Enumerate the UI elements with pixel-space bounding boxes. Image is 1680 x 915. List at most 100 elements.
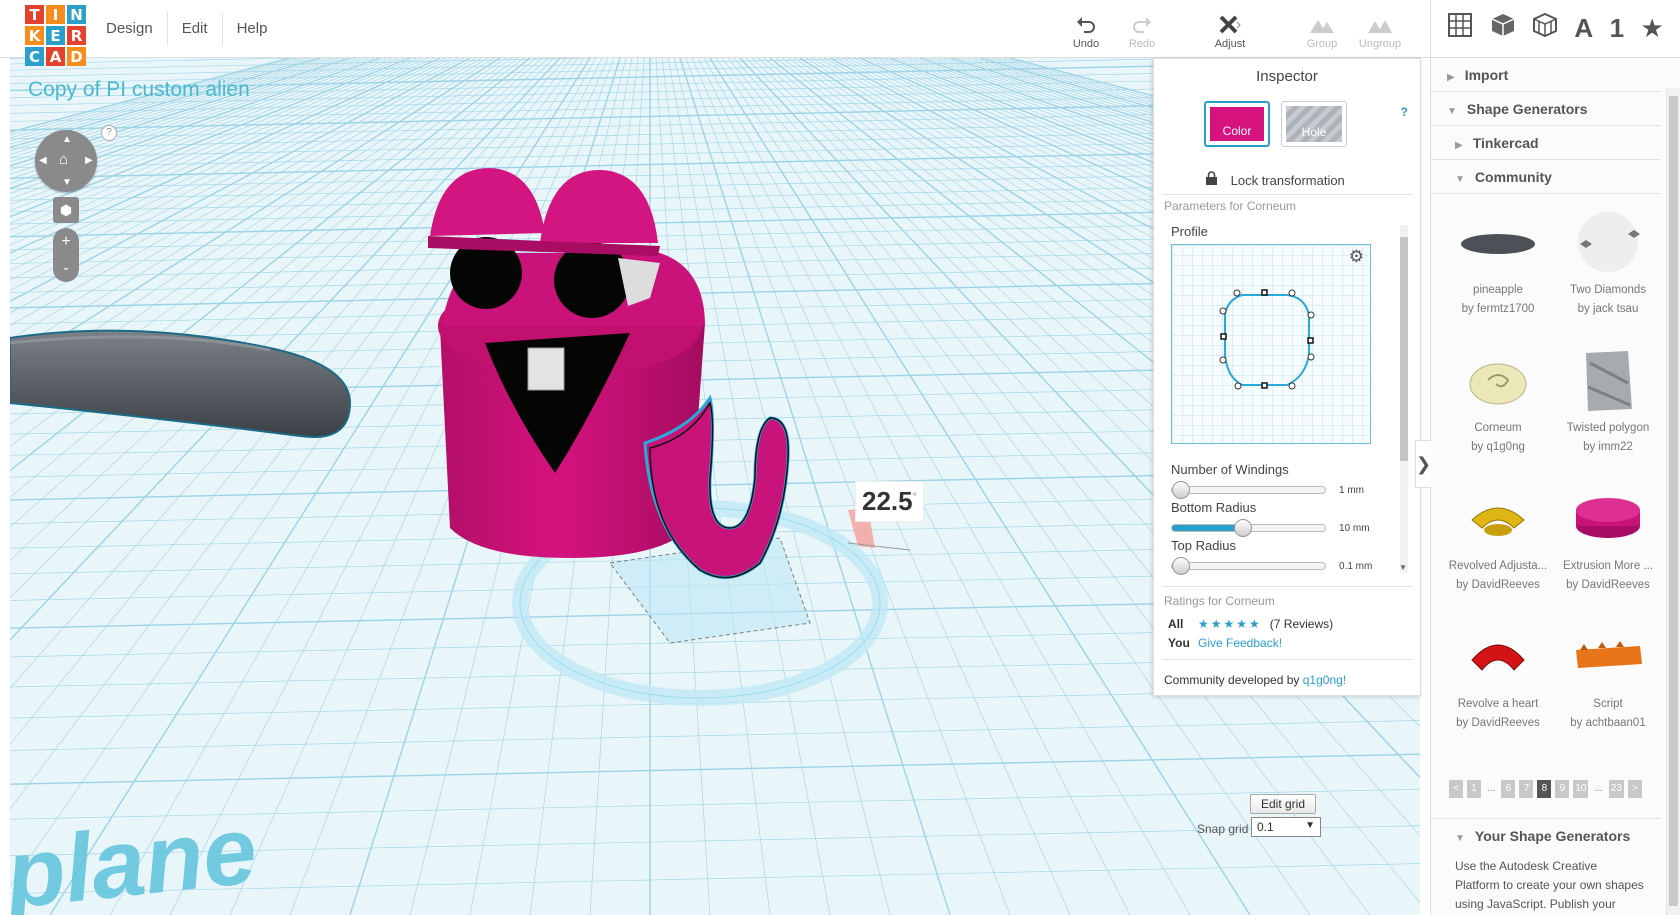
pager-prev[interactable]: < [1449, 780, 1463, 798]
main-menu: Design Edit Help [92, 0, 281, 58]
shape-item-author: by DavidReeves [1566, 579, 1650, 591]
scroll-down-icon[interactable]: ▼ [1399, 563, 1407, 572]
top-radius-slider[interactable] [1171, 557, 1326, 575]
slider-knob[interactable] [1172, 557, 1190, 575]
shape-generators-section[interactable]: ▼ Shape Generators [1431, 92, 1661, 126]
slider-knob[interactable] [1233, 519, 1252, 537]
snap-grid-label: Snap grid [1197, 822, 1249, 836]
star-icon[interactable]: ★ [1640, 13, 1663, 44]
redo-button[interactable]: Redo [1112, 12, 1172, 50]
view-toolbar: A 1 ★ [1430, 0, 1680, 58]
zoom-control: + - [53, 228, 79, 282]
shape-item-revolve-heart[interactable]: Revolve a heart by DavidReeves [1443, 617, 1553, 755]
shape-item-two-diamonds[interactable]: Two Diamonds by jack tsau [1553, 203, 1663, 341]
parameters-scrollbar[interactable]: ▼ [1399, 225, 1408, 573]
zoom-out-button[interactable]: - [53, 255, 79, 282]
number-tool-icon[interactable]: 1 [1610, 13, 1624, 44]
lock-transformation-toggle[interactable]: Lock transformation [1206, 171, 1345, 188]
top-radius-value: 0.1 mm [1339, 561, 1373, 572]
shape-item-extrusion-more[interactable]: Extrusion More ... by DavidReeves [1553, 479, 1663, 617]
menu-design[interactable]: Design [92, 12, 168, 46]
hole-label: Hole [1286, 106, 1342, 142]
triangle-right-icon: ▶ [1447, 72, 1455, 83]
pineapple-thumbnail [1443, 203, 1553, 281]
arrow-right-icon[interactable]: ▶ [85, 155, 93, 166]
import-section[interactable]: ▶ Import [1431, 58, 1661, 92]
import-label: Import [1464, 67, 1509, 83]
shape-item-pineapple[interactable]: pineapple by fermtz1700 [1443, 203, 1553, 341]
top-radius-label: Top Radius [1171, 538, 1237, 553]
bottom-radius-value: 10 mm [1339, 523, 1370, 534]
pager-page[interactable]: 7 [1519, 780, 1534, 798]
pager-page[interactable]: 23 [1608, 780, 1624, 798]
scrollbar-thumb[interactable] [1669, 96, 1678, 906]
your-shape-generators-description: Use the Autodesk Creative Platform to cr… [1455, 859, 1644, 911]
windings-value: 1 mm [1339, 485, 1364, 496]
shape-item-author: by jack tsau [1577, 303, 1639, 315]
ungroup-button[interactable]: Ungroup [1350, 12, 1410, 50]
pager-page-current[interactable]: 8 [1537, 780, 1552, 798]
menu-edit[interactable]: Edit [168, 12, 223, 46]
view-help-icon[interactable]: ? [101, 125, 117, 141]
shape-item-corneum[interactable]: Corneum by q1g0ng [1443, 341, 1553, 479]
undo-button[interactable]: Undo [1056, 12, 1116, 50]
shape-item-author: by DavidReeves [1456, 717, 1540, 729]
tinkercad-generators-section[interactable]: ▶ Tinkercad [1431, 126, 1661, 160]
arrow-left-icon[interactable]: ◀ [39, 155, 47, 166]
scrollbar-thumb[interactable] [1400, 237, 1408, 461]
tinkercad-logo[interactable]: T I N K E R C A D [25, 5, 86, 66]
pager-page[interactable]: 6 [1501, 780, 1516, 798]
arrow-down-icon[interactable]: ▼ [62, 177, 72, 188]
give-feedback-link[interactable]: Give Feedback! [1198, 636, 1282, 650]
view-cube-icon[interactable]: ⬢ [53, 197, 79, 223]
shape-item-name: Revolved Adjusta... [1448, 560, 1548, 572]
zoom-in-button[interactable]: + [53, 228, 79, 255]
hole-button[interactable]: Hole [1281, 101, 1347, 147]
your-shape-generators-section[interactable]: ▼ Your Shape Generators [1431, 818, 1661, 852]
pattern-shape-icon[interactable] [1532, 12, 1558, 45]
profile-label: Profile [1171, 224, 1208, 239]
collapse-sidebar-button[interactable]: ❯ [1415, 440, 1431, 488]
design-title[interactable]: Copy of PI custom alien [28, 78, 250, 102]
shape-item-author: by q1g0ng [1471, 441, 1525, 453]
adjust-button[interactable]: Adjust [1200, 12, 1260, 50]
group-button[interactable]: Group [1292, 12, 1352, 50]
ratings-block: All ★★★★★ (7 Reviews) You Give Feedback! [1168, 614, 1333, 652]
logo-letter: R [67, 26, 86, 45]
pager-page[interactable]: 9 [1555, 780, 1570, 798]
text-tool-icon[interactable]: A [1574, 13, 1593, 44]
sidebar-scrollbar[interactable] [1666, 88, 1680, 915]
community-generators-section[interactable]: ▼ Community [1431, 160, 1661, 194]
your-shape-generators-label: Your Shape Generators [1474, 828, 1631, 844]
home-icon[interactable]: ⌂ [59, 151, 68, 168]
logo-letter: E [46, 26, 65, 45]
arrow-up-icon[interactable]: ▲ [62, 134, 72, 145]
shape-item-name: Corneum [1474, 422, 1522, 434]
shape-item-script[interactable]: Script by achtbaan01 [1553, 617, 1663, 755]
logo-letter: D [67, 47, 86, 66]
windings-slider[interactable] [1171, 481, 1326, 499]
color-button[interactable]: Color [1204, 101, 1270, 147]
logo-letter: K [25, 26, 44, 45]
community-author-link[interactable]: q1g0ng! [1303, 673, 1346, 687]
profile-curve[interactable] [1172, 245, 1372, 445]
degree-symbol: ° [912, 491, 918, 504]
shape-item-twisted-polygon[interactable]: Twisted polygon by imm22 [1553, 341, 1663, 479]
chevron-right-icon: ❯ [1416, 454, 1432, 474]
snap-grid-select[interactable]: 0.1 ▼ [1251, 817, 1321, 837]
slider-knob[interactable] [1172, 481, 1190, 499]
orbit-control[interactable]: ▲ ▼ ◀ ▶ ⌂ [35, 130, 97, 192]
edit-grid-button[interactable]: Edit grid [1250, 794, 1317, 814]
pager-page[interactable]: 1 [1467, 780, 1481, 798]
ratings-all-label: All [1168, 616, 1184, 631]
profile-editor[interactable]: ⚙ [1171, 244, 1371, 444]
box-shape-icon[interactable] [1490, 12, 1516, 45]
menu-help[interactable]: Help [223, 12, 282, 46]
pager-page[interactable]: 10 [1573, 780, 1589, 798]
pager-next[interactable]: > [1627, 780, 1642, 798]
rating-stars: ★★★★★ [1198, 616, 1262, 631]
bottom-radius-slider[interactable] [1171, 519, 1326, 537]
shape-item-revolved-adjustable[interactable]: Revolved Adjusta... by DavidReeves [1443, 479, 1553, 617]
inspector-help-icon[interactable]: ? [1401, 105, 1408, 119]
grid-view-icon[interactable] [1447, 12, 1473, 45]
